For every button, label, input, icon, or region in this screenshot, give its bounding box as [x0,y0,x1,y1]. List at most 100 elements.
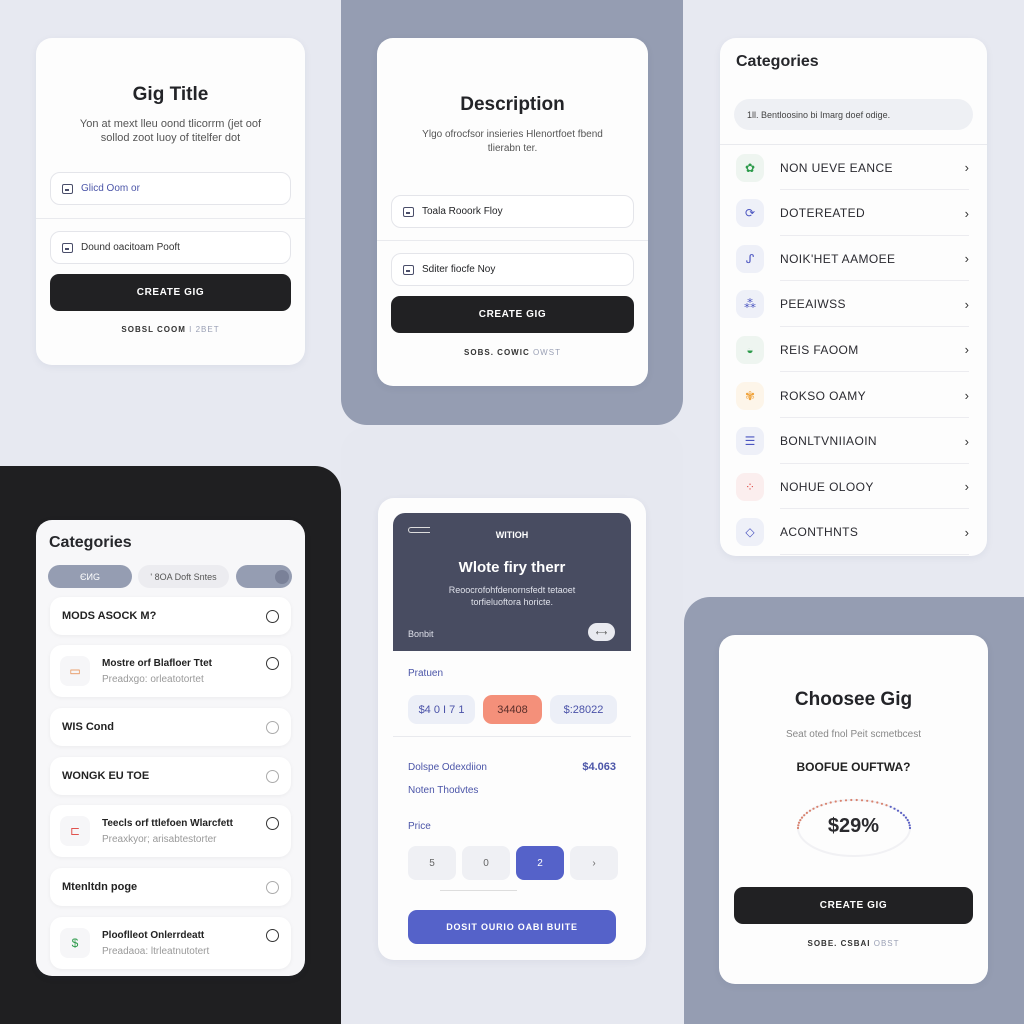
footer-muted-link[interactable]: OWST [533,348,561,357]
card-title: Categories [736,53,819,70]
category-option[interactable]: ▭ Mostre orf Blafloer Ttet Preadxgo: orlea… [50,645,291,697]
option-subtitle: Preaxkyor; arisabtestorter [102,833,217,845]
option-title: MODS ASOCK M? [62,610,157,622]
package-option[interactable]: $4 0 I 7 1 [408,695,475,724]
option-title: Plooflleot Onlerrdeatt [102,929,205,941]
category-option[interactable]: MODS ASOCK M? [50,597,291,635]
gauge-dot [855,798,858,802]
list-icon: ☰ [736,427,764,456]
gauge-dot [896,809,900,812]
chip-label: ' 8OA Doft Sntes [150,571,217,582]
package-option-selected[interactable]: 34408 [483,695,542,724]
category-item[interactable]: ✾ ROKSO OAMY › [736,373,969,418]
category-option[interactable]: ⊏ Teecls orf ttlefoen Wlarcfett Preaxkyor;… [50,805,291,857]
categories-list-card: Categories 1ll. Bentloosino bi Imarg doe… [720,38,987,556]
filter-chip[interactable]: ' 8OA Doft Sntes [138,565,229,588]
radio-button[interactable] [266,929,279,942]
card-footer[interactable]: SOBS. COWIC OWST [377,348,648,357]
footer-link[interactable]: SOBSL COOM [121,325,186,334]
gig-title-input[interactable]: Glicd Oom or [50,172,291,205]
image-icon [62,183,73,194]
create-gig-button[interactable]: CREATE GIG [50,274,291,311]
page-button[interactable]: 0 [462,846,510,880]
bowl-icon: ◒ [736,335,764,364]
category-option[interactable]: Mtenltdn poge [50,868,291,906]
choose-gig-card: Choosee Gig Seat oted fnol Peit scmetbce… [719,635,988,984]
option-title: Mtenltdn poge [62,881,138,893]
category-label: PEEAIWSS [780,297,846,312]
footer-muted-link[interactable]: I 2BET [189,325,219,334]
card-footer[interactable]: SOBSL COOM I 2BET [36,325,305,334]
package-option[interactable]: $:28022 [550,695,617,724]
chevron-right-icon: › [964,160,969,175]
category-item[interactable]: ☰ BONLTVNIIAOIN › [736,419,969,464]
category-item[interactable]: ⁘ NOHUE OLOOY › [736,464,969,510]
category-item[interactable]: ⁂ PEEAIWSS › [736,282,969,327]
category-item[interactable]: ✿ NON UEVE EANCE › [736,145,969,190]
gauge-dot [885,804,888,807]
dollar-icon: $ [60,928,90,958]
arrows-icon: ⟷ [595,627,608,637]
puzzle-icon: ✾ [736,381,764,410]
category-item[interactable]: ᔑ NOIK'HET AAMOEE › [736,236,969,282]
radio-button[interactable] [266,657,279,670]
chevron-right-icon: › [964,479,969,495]
submit-button[interactable]: DOSIT OURIO OABI BUITE [408,910,616,944]
gig-date-input[interactable]: Dound oacitoam Pooft [50,231,291,264]
page-button-active[interactable]: 2 [516,846,564,880]
hero-pill-button[interactable]: ⟷ [588,623,615,641]
radio-button[interactable] [266,817,279,830]
card-title: Categories [49,534,132,551]
card-title: Choosee Gig [794,689,913,710]
description-input[interactable]: Toala Rooork Floy [391,195,634,228]
option-title: WONGK EU TOE [62,770,150,782]
detail-label: Dolspe Odexdiion [408,762,487,773]
option-subtitle: Preadaoa: ltrleatnutotert [102,945,210,957]
category-label: ACONTHNTS [780,525,859,540]
page-button[interactable]: 5 [408,846,456,880]
gauge-dot [808,809,812,812]
category-search-input[interactable]: 1ll. Bentloosino bi Imarg doef odige. [734,99,973,130]
gig-title-input-value: Glicd Oom or [81,183,140,194]
category-option[interactable]: $ Plooflleot Onlerrdeatt Preadaoa: ltrleat… [50,917,291,969]
radio-button[interactable] [266,880,279,894]
category-item[interactable]: ⟳ DOTEREATED › [736,191,969,236]
gauge-dot [820,804,823,807]
chip-label: ЄИG [80,571,100,582]
category-label: REIS FAOOM [780,342,859,357]
category-item[interactable]: ◇ ACONTHNTS › [736,510,969,555]
page-button[interactable]: › [570,846,618,880]
toggle-knob [275,569,289,584]
create-gig-button[interactable]: CREATE GIG [391,296,634,333]
option-title: Mostre orf Blafloer Ttet [102,657,213,669]
chevron-right-icon: › [964,388,969,403]
hero-title: Wlote firy therr [458,559,566,576]
radio-button[interactable] [266,720,279,734]
description-card: Description Ylgo ofrocfsor insieries Hle… [377,38,648,386]
radio-button[interactable] [266,769,279,783]
category-item[interactable]: ◒ REIS FAOOM › [736,327,969,373]
filter-chip-active[interactable]: ЄИG [48,565,132,588]
gauge-dot [860,799,864,802]
create-gig-button[interactable]: CREATE GIG [734,887,973,924]
description-input-value: Toala Rooork Floy [422,206,503,217]
pricing-card: WITIOH Wlote firy therr Reoocrofohfdenor… [378,498,646,960]
card-footer[interactable]: SOBE. CSBAI OBST [719,939,988,948]
card-subtitle: Seat oted fnol Peit scmetbcest [785,729,922,740]
category-label: NOIK'HET AAMOEE [780,251,896,266]
gauge-dot [812,807,815,810]
notes-input-value: Sditer fiocfe Noy [422,264,496,275]
footer-link[interactable]: SOBE. CSBAI [807,939,870,948]
radio-button[interactable] [266,609,279,623]
category-label: BONLTVNIIAOIN [780,434,877,449]
category-option[interactable]: WONGK EU TOE [50,757,291,795]
notes-input[interactable]: Sditer fiocfe Noy [391,253,634,286]
gauge-dot [829,801,832,804]
filter-toggle[interactable] [236,565,292,588]
route-icon: ᔑ [736,244,764,273]
divider [377,240,648,241]
gauge-dot [850,798,853,802]
category-option[interactable]: WIS Cond [50,708,291,746]
footer-link[interactable]: SOBS. COWIC [464,348,530,357]
footer-muted-link[interactable]: OBST [874,939,900,948]
